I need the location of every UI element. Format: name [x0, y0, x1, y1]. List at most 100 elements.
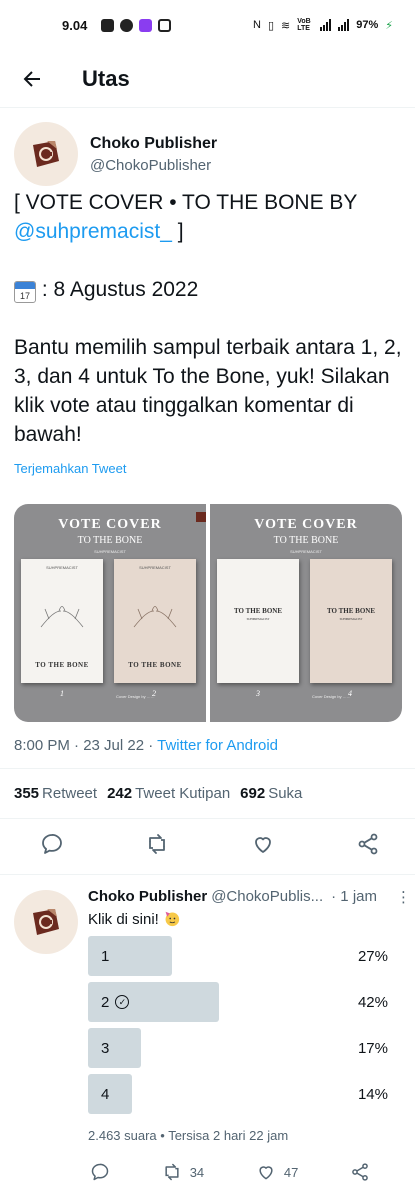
retweet-count: 34	[189, 1164, 205, 1180]
vibrate-icon: ▯	[267, 19, 275, 32]
mention-link[interactable]: @suhpremacist_	[14, 220, 172, 243]
hands-illustration-icon	[133, 606, 177, 628]
media-meta: SUHPREMACIST	[290, 549, 322, 554]
poll-option-label: 3	[101, 1039, 110, 1057]
network-label: VoB LTE	[297, 18, 311, 32]
cover-number-4: 4	[348, 689, 352, 698]
book-cover-2: SUHPREMACIST TO THE BONE	[114, 559, 196, 683]
retweet-icon[interactable]	[145, 832, 169, 856]
status-bar: 9.04 N ▯ ≋ VoB LTE 97% ⚡	[0, 0, 415, 50]
shopee-icon	[101, 18, 115, 32]
cover-credit: Cover Design by ……	[312, 694, 351, 699]
wifi-icon: ≋	[281, 19, 291, 32]
poll-option: 2 ✓ 42%	[88, 982, 388, 1022]
divider	[0, 768, 415, 769]
divider	[0, 818, 415, 819]
media-title: VOTE COVER	[254, 517, 358, 532]
cover-credit: Cover Design by ……	[116, 694, 155, 699]
more-options-icon[interactable]: ⋮	[396, 888, 411, 906]
tweet-body: Bantu memilih sampul terbaik antara 1, 2…	[14, 336, 402, 446]
retweet-count[interactable]: 355 Retweet	[14, 785, 97, 802]
reply-actions: 34 47	[90, 1162, 370, 1182]
media-image-2[interactable]: VOTE COVER TO THE BONE SUHPREMACIST TO T…	[210, 504, 402, 722]
reply-text: Klik di sini!	[88, 910, 180, 928]
quote-count[interactable]: 242 Tweet Kutipan	[107, 785, 230, 802]
reply-button[interactable]	[90, 1162, 110, 1182]
poll-option: 1 27%	[88, 936, 388, 976]
book-cover-1: SUHPREMACIST TO THE BONE	[21, 559, 103, 683]
like-button[interactable]: 47	[256, 1162, 298, 1182]
like-count[interactable]: 692 Suka	[240, 785, 302, 802]
poll-summary: 2.463 suara • Tersisa 2 hari 22 jam	[88, 1128, 289, 1143]
avatar[interactable]	[14, 122, 78, 186]
pinterest-icon	[120, 18, 134, 32]
poll-option: 3 17%	[88, 1028, 388, 1068]
poll-option-percent: 42%	[357, 993, 388, 1011]
share-icon	[352, 1163, 368, 1181]
tweet-line-1: [ VOTE COVER • TO THE BONE BY	[14, 191, 358, 214]
app-notification-icon	[139, 18, 153, 32]
signal-icon-2	[338, 19, 350, 31]
author-name: Choko Publisher	[90, 134, 218, 152]
tweet-source-link[interactable]: Twitter for Android	[157, 737, 278, 754]
battery-level: 97%	[356, 19, 379, 31]
share-icon[interactable]	[356, 832, 380, 856]
page-title: Utas	[82, 65, 130, 91]
tweet-author[interactable]: Choko Publisher @ChokoPublisher	[14, 120, 404, 188]
nfc-icon: N	[253, 19, 261, 31]
poll-option-label: 1	[101, 947, 110, 965]
instagram-icon	[158, 18, 172, 32]
tweet-text: [ VOTE COVER • TO THE BONE BY @suhpremac…	[14, 188, 404, 449]
main-tweet: Choko Publisher @ChokoPublisher [ VOTE C…	[14, 120, 404, 754]
tweet-line-1-end: ]	[171, 220, 184, 243]
reply-avatar[interactable]	[14, 890, 78, 954]
poll-option-percent: 27%	[357, 947, 388, 965]
status-time: 9.04	[62, 17, 88, 33]
tweet-actions	[40, 832, 380, 856]
check-circle-icon: ✓	[115, 995, 130, 1009]
poll-option-label: 4	[101, 1085, 110, 1103]
book-title: TO THE BONE	[234, 607, 282, 615]
calendar-icon: 17	[14, 281, 36, 303]
poll-option-label: 2	[101, 993, 110, 1011]
media-title: VOTE COVER	[58, 517, 162, 532]
cover-number-1: 1	[60, 689, 64, 698]
poll-bar	[88, 1074, 132, 1114]
book-top-text: SUHPREMACIST	[46, 565, 78, 570]
tweet-stats: 355 Retweet 242 Tweet Kutipan 692 Suka	[14, 785, 302, 802]
like-icon[interactable]	[251, 832, 275, 856]
back-arrow-icon[interactable]	[20, 67, 44, 91]
retweet-button[interactable]: 34	[162, 1162, 204, 1182]
cover-number-2: 2	[152, 689, 156, 698]
retweet-icon	[165, 1163, 179, 1181]
reply-icon[interactable]	[40, 832, 64, 856]
author-handle: @ChokoPublisher	[90, 156, 212, 174]
reply-author-handle: @ChokoPublis...	[211, 888, 324, 905]
notification-icons	[101, 18, 172, 32]
translate-link[interactable]: Terjemahkan Tweet	[14, 461, 404, 476]
book-title: TO THE BONE	[128, 661, 182, 669]
book-title: TO THE BONE	[327, 607, 375, 615]
like-count: 47	[283, 1164, 299, 1180]
divider	[0, 874, 415, 875]
poll-option: 4 14%	[88, 1074, 388, 1114]
signal-icon	[320, 19, 332, 31]
logo-corner	[196, 512, 206, 522]
hands-illustration-icon	[40, 606, 84, 628]
media-subtitle: TO THE BONE	[77, 535, 143, 546]
tweet-media[interactable]: VOTE COVER TO THE BONE SUHPREMACIST SUHP…	[14, 504, 402, 722]
media-image-1[interactable]: VOTE COVER TO THE BONE SUHPREMACIST SUHP…	[14, 504, 206, 722]
book-title: TO THE BONE	[35, 661, 89, 669]
tweet-timestamp: 8:00 PM · 23 Jul 22 · Twitter for Androi…	[14, 737, 404, 754]
top-app-bar: Utas	[0, 50, 415, 108]
share-button[interactable]	[350, 1162, 370, 1182]
book-cover-3: TO THE BONE SUHPREMACIST	[217, 559, 299, 683]
poll-bar	[88, 1028, 141, 1068]
reply-icon	[91, 1163, 109, 1181]
system-icons: N ▯ ≋ VoB LTE 97% ⚡	[253, 18, 393, 32]
reply-author-name: Choko Publisher	[88, 888, 208, 905]
reply-header: Choko Publisher @ChokoPublis... · 1 jam	[88, 888, 392, 905]
party-face-icon	[165, 911, 180, 927]
chocolate-logo-icon	[33, 141, 59, 167]
book-subtitle: SUHPREMACIST	[246, 617, 270, 621]
